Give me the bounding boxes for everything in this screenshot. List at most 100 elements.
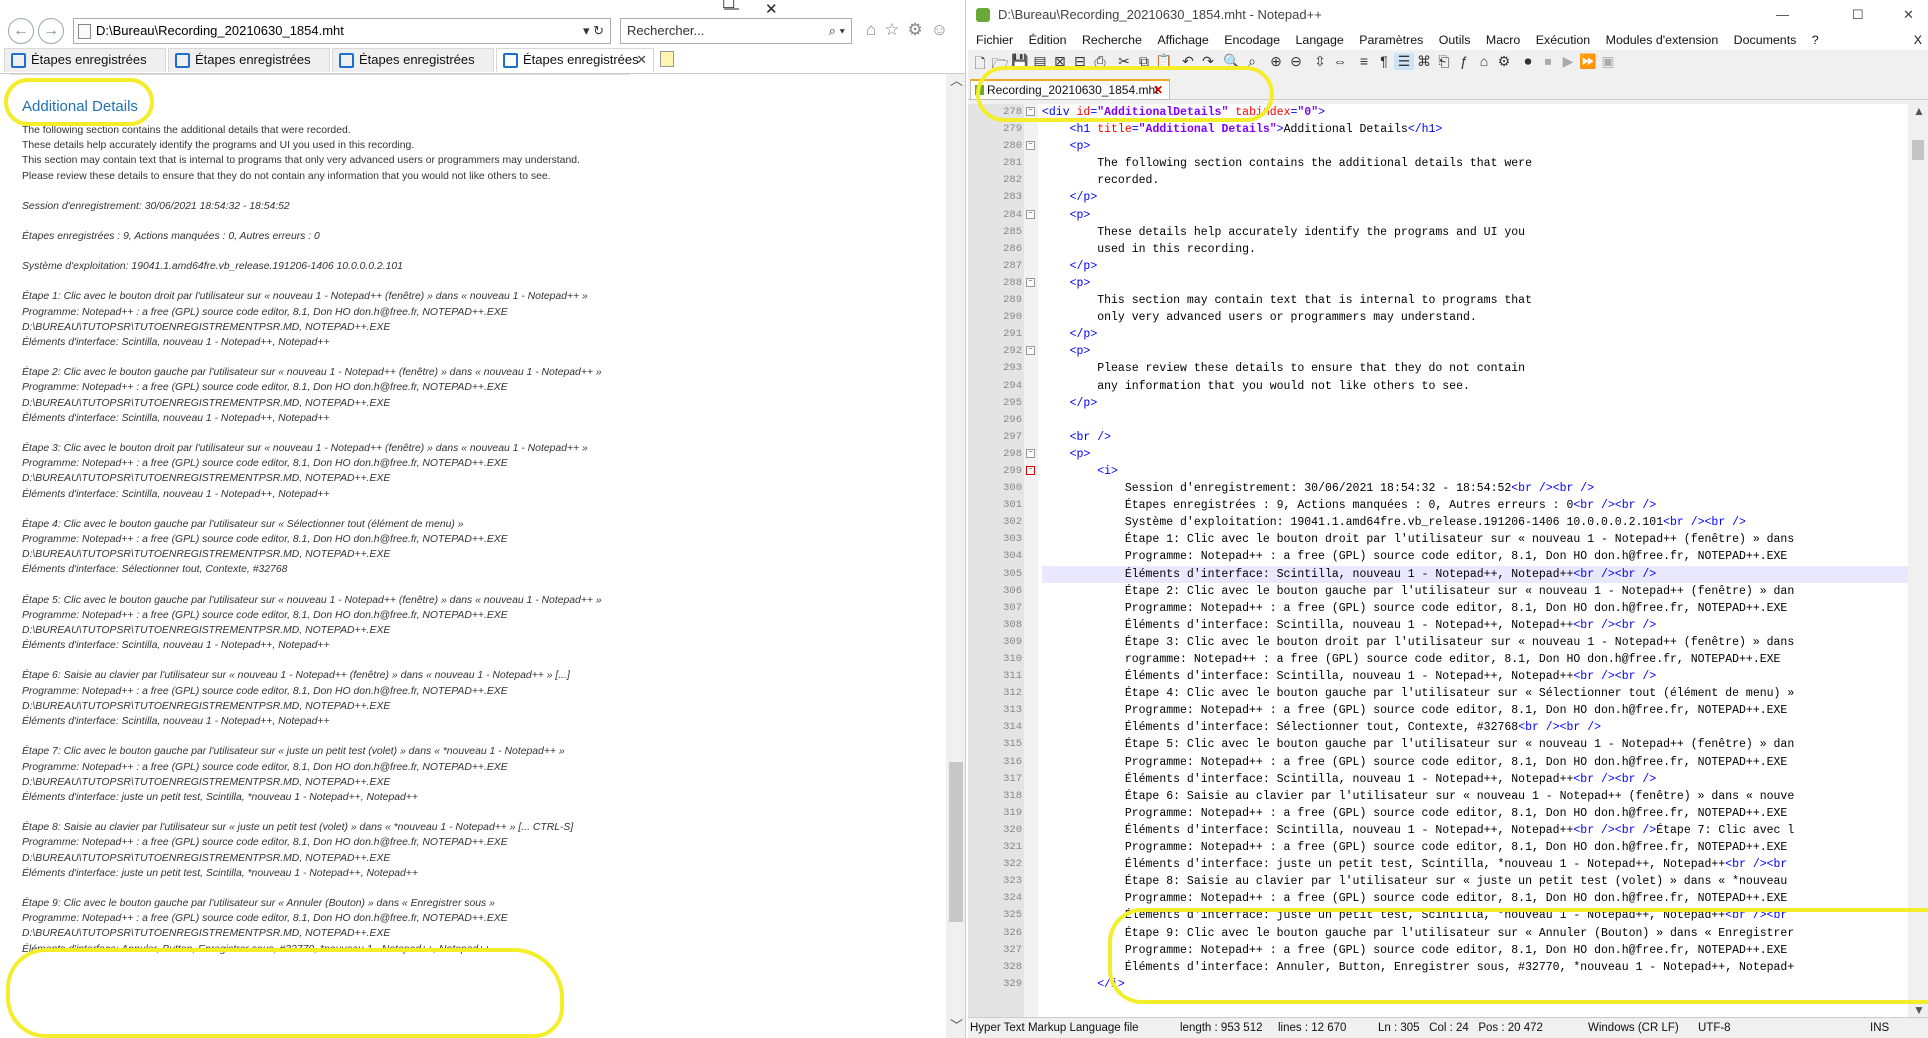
- code-line[interactable]: 305 Éléments d'interface: Scintilla, nou…: [968, 565, 1908, 583]
- code-line[interactable]: 297 <br />: [968, 429, 1908, 446]
- play-macro-icon[interactable]: ▶: [1558, 53, 1578, 70]
- forward-icon[interactable]: →: [38, 18, 64, 44]
- fold-toggle-icon[interactable]: −: [1026, 465, 1035, 475]
- code-line[interactable]: 314 Éléments d'interface: Sélectionner t…: [968, 719, 1908, 736]
- menu-item[interactable]: Exécution: [1536, 33, 1590, 47]
- refresh-icon[interactable]: ↻: [593, 23, 604, 38]
- scroll-thumb[interactable]: [1912, 140, 1924, 160]
- close-icon[interactable]: ✕: [1903, 0, 1914, 30]
- code-line[interactable]: 279 <h1 title="Additional Details">Addit…: [968, 121, 1908, 138]
- code-line[interactable]: 312 Étape 4: Clic avec le bouton gauche …: [968, 685, 1908, 702]
- favorites-star-icon[interactable]: ☆: [884, 20, 907, 39]
- scroll-down-icon[interactable]: ﹀: [950, 1015, 963, 1034]
- code-line[interactable]: 316 Programme: Notepad++ : a free (GPL) …: [968, 754, 1908, 771]
- user-language-icon[interactable]: ⌘: [1414, 53, 1434, 70]
- function-list-icon[interactable]: ƒ: [1454, 53, 1474, 69]
- home-icon[interactable]: ⌂: [866, 20, 884, 39]
- fold-toggle-icon[interactable]: −: [1026, 277, 1035, 287]
- address-dropdown-icon[interactable]: ▾: [583, 23, 590, 38]
- scroll-up-icon[interactable]: ▲: [1913, 104, 1925, 118]
- menu-item[interactable]: Édition: [1029, 33, 1067, 47]
- maximize-icon[interactable]: ☐: [1852, 0, 1864, 30]
- scroll-up-icon[interactable]: ︿: [950, 70, 963, 89]
- code-line[interactable]: 295 </p>: [968, 395, 1908, 412]
- menu-item[interactable]: Fichier: [976, 33, 1013, 47]
- code-line[interactable]: 282 recorded.: [968, 172, 1908, 189]
- code-editor[interactable]: 278− <div id="AdditionalDetails" tabindex…: [968, 104, 1908, 1017]
- code-line[interactable]: 310 rogramme: Notepad++ : a free (GPL) s…: [968, 651, 1908, 668]
- code-line[interactable]: 318 Étape 6: Saisie au clavier par l'uti…: [968, 788, 1908, 805]
- editor-scrollbar[interactable]: ▲ ▼: [1908, 104, 1928, 1017]
- settings-gear-icon[interactable]: ⚙: [908, 20, 931, 39]
- code-line[interactable]: 294 any information that you would not l…: [968, 378, 1908, 395]
- code-line[interactable]: 303 Étape 1: Clic avec le bouton droit p…: [968, 531, 1908, 548]
- fold-toggle-icon[interactable]: −: [1026, 346, 1035, 356]
- code-line[interactable]: 298− <p>: [968, 446, 1908, 463]
- save-macro-icon[interactable]: ▣: [1598, 53, 1618, 70]
- code-line[interactable]: 307 Programme: Notepad++ : a free (GPL) …: [968, 600, 1908, 617]
- code-line[interactable]: 322 Éléments d'interface: juste un petit…: [968, 856, 1908, 873]
- scroll-down-icon[interactable]: ▼: [1913, 1003, 1925, 1017]
- record-macro-icon[interactable]: ⏺: [1518, 53, 1538, 70]
- code-line[interactable]: 304 Programme: Notepad++ : a free (GPL) …: [968, 548, 1908, 565]
- sync-scroll-vertical-icon[interactable]: ⇳: [1310, 53, 1330, 70]
- menu-close-button[interactable]: X: [1914, 30, 1922, 50]
- ie-tab[interactable]: Étapes enregistrées: [4, 48, 166, 72]
- folder-workspace-icon[interactable]: ⌂: [1474, 53, 1494, 69]
- stop-macro-icon[interactable]: ⏹: [1538, 53, 1558, 70]
- zoom-in-icon[interactable]: ⊕: [1266, 53, 1286, 70]
- fold-toggle-icon[interactable]: −: [1026, 448, 1035, 458]
- show-all-characters-icon[interactable]: ¶: [1374, 53, 1394, 69]
- address-bar[interactable]: D:\Bureau\Recording_20210630_1854.mht ▾ …: [73, 18, 611, 44]
- code-line[interactable]: 321 Programme: Notepad++ : a free (GPL) …: [968, 839, 1908, 856]
- code-line[interactable]: 323 Étape 8: Saisie au clavier par l'uti…: [968, 873, 1908, 890]
- code-line[interactable]: 324 Programme: Notepad++ : a free (GPL) …: [968, 890, 1908, 907]
- code-line[interactable]: 319 Programme: Notepad++ : a free (GPL) …: [968, 805, 1908, 822]
- code-line[interactable]: 296: [968, 412, 1908, 429]
- code-line[interactable]: 284− <p>: [968, 207, 1908, 224]
- code-line[interactable]: 306 Étape 2: Clic avec le bouton gauche …: [968, 583, 1908, 600]
- sync-scroll-horizontal-icon[interactable]: ⇔: [1330, 53, 1350, 69]
- search-icon[interactable]: ⌕: [829, 23, 836, 38]
- code-line[interactable]: 313 Programme: Notepad++ : a free (GPL) …: [968, 702, 1908, 719]
- code-line[interactable]: 320 Éléments d'interface: Scintilla, nou…: [968, 822, 1908, 839]
- code-line[interactable]: 301 Étapes enregistrées : 9, Actions man…: [968, 497, 1908, 514]
- ie-scrollbar[interactable]: ︿ ﹀: [946, 73, 965, 1038]
- code-line[interactable]: 281 The following section contains the a…: [968, 155, 1908, 172]
- code-line[interactable]: 287 </p>: [968, 258, 1908, 275]
- document-list-icon[interactable]: ⚙: [1494, 53, 1514, 70]
- code-line[interactable]: 283 </p>: [968, 189, 1908, 206]
- code-line[interactable]: 317 Éléments d'interface: Scintilla, nou…: [968, 771, 1908, 788]
- menu-item[interactable]: Documents: [1734, 33, 1797, 47]
- menu-item[interactable]: Outils: [1439, 33, 1471, 47]
- search-input[interactable]: Rechercher... ⌕ ▾: [620, 18, 852, 44]
- code-line[interactable]: 289 This section may contain text that i…: [968, 292, 1908, 309]
- fold-toggle-icon[interactable]: −: [1026, 141, 1035, 151]
- code-line[interactable]: 315 Étape 5: Clic avec le bouton gauche …: [968, 736, 1908, 753]
- code-line[interactable]: 300 Session d'enregistrement: 30/06/2021…: [968, 480, 1908, 497]
- code-line[interactable]: 311 Éléments d'interface: Scintilla, nou…: [968, 668, 1908, 685]
- menu-item[interactable]: Modules d'extension: [1606, 33, 1719, 47]
- code-line[interactable]: 293 Please review these details to ensur…: [968, 360, 1908, 377]
- zoom-out-icon[interactable]: ⊖: [1286, 53, 1306, 70]
- ie-tab[interactable]: Étapes enregistrées: [168, 48, 330, 72]
- code-line[interactable]: 291 </p>: [968, 326, 1908, 343]
- ie-tab[interactable]: Étapes enregistrées: [332, 48, 494, 72]
- menu-item[interactable]: Langage: [1296, 33, 1344, 47]
- menu-item[interactable]: Macro: [1486, 33, 1520, 47]
- menu-item[interactable]: Recherche: [1082, 33, 1142, 47]
- feedback-smiley-icon[interactable]: ☺: [931, 20, 956, 39]
- fold-toggle-icon[interactable]: −: [1026, 209, 1035, 219]
- minimize-icon[interactable]: —: [1776, 0, 1789, 30]
- indent-guide-icon[interactable]: ☰: [1394, 53, 1414, 70]
- menu-item[interactable]: Encodage: [1224, 33, 1280, 47]
- document-map-icon[interactable]: ⎗: [1434, 53, 1454, 70]
- back-icon[interactable]: ←: [8, 18, 34, 44]
- code-line[interactable]: 308 Éléments d'interface: Scintilla, nou…: [968, 617, 1908, 634]
- code-line[interactable]: 302 Système d'exploitation: 19041.1.amd6…: [968, 514, 1908, 531]
- code-line[interactable]: 288− <p>: [968, 275, 1908, 292]
- search-dropdown-icon[interactable]: ▾: [840, 23, 845, 38]
- word-wrap-icon[interactable]: ≡: [1354, 53, 1374, 69]
- code-line[interactable]: 280− <p>: [968, 138, 1908, 155]
- code-line[interactable]: 292− <p>: [968, 343, 1908, 360]
